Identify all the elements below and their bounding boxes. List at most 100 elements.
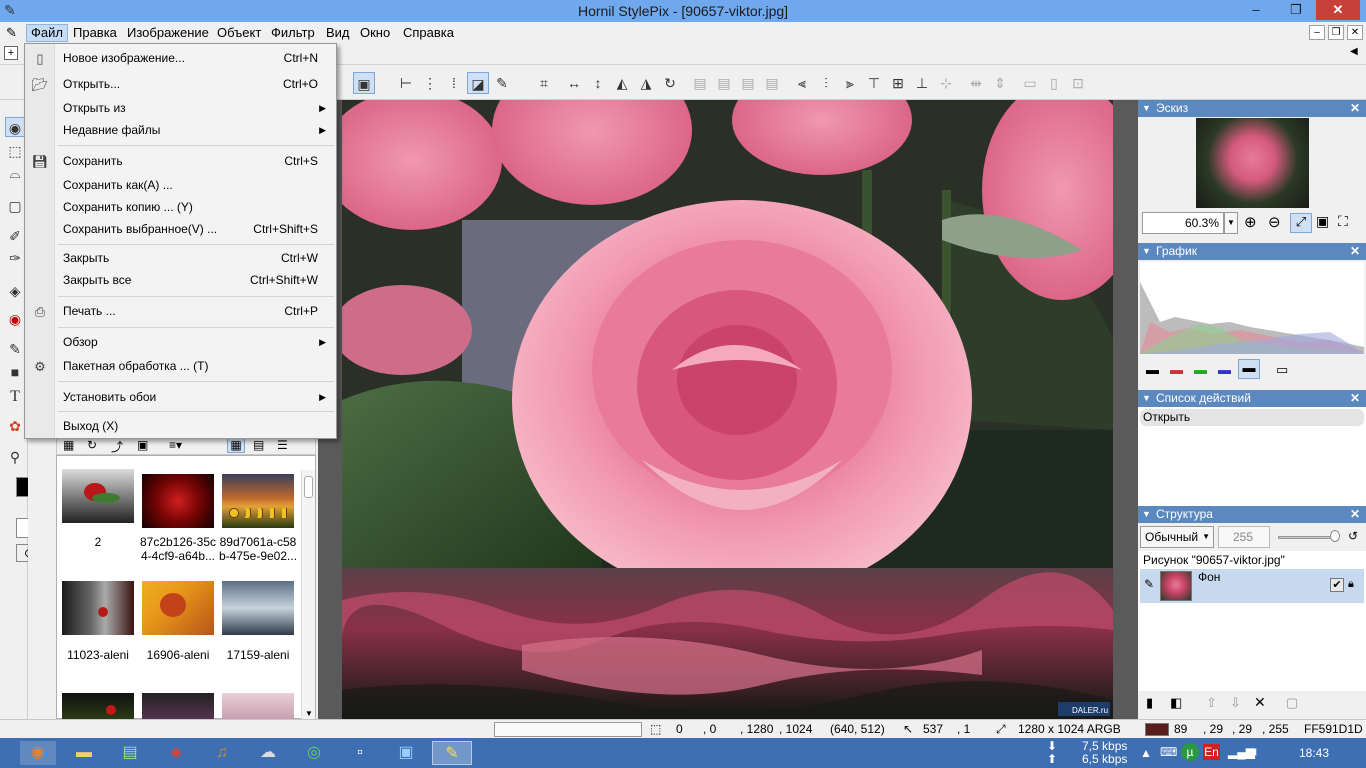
duplicate-layer-icon[interactable]: ◧ [1170,695,1182,711]
same-width-icon[interactable]: ▭ [1019,72,1041,94]
menu-view[interactable]: Вид [326,25,350,41]
close-panel-icon[interactable]: ✕ [1350,100,1360,117]
layer-row[interactable]: ✎ Фон ✔ 🔒︎ [1140,569,1364,603]
layer-properties-icon[interactable]: ▢ [1286,695,1298,711]
mdi-restore-button[interactable]: ❐ [1328,25,1344,40]
rotate-free-icon[interactable]: ↻ [659,72,681,94]
thumbnail-image[interactable] [62,469,134,523]
marquee-icon[interactable]: ▢ [5,196,25,216]
opacity-stepper[interactable]: 255 [1218,526,1270,548]
collapse-icon[interactable]: ▼ [1142,100,1151,117]
utorrent-tray-icon[interactable]: µ [1181,743,1199,761]
align-bottom-icon[interactable]: ⊥ [911,72,933,94]
fullscreen-icon[interactable]: ⛶ [1338,213,1348,230]
pin-icon[interactable]: ✎ [491,72,513,94]
menu-item-save-selected[interactable]: Сохранить выбранное(V) ... Ctrl+Shift+S [56,219,336,239]
mdi-close-button[interactable]: ✕ [1347,25,1363,40]
paint-icon[interactable]: ☁ [250,741,286,765]
opacity-slider[interactable] [1278,536,1336,539]
same-size-icon[interactable]: ⊡ [1067,72,1089,94]
grid-icon[interactable]: ⋮ [419,72,441,94]
menu-item-close-all[interactable]: Закрыть все Ctrl+Shift+W [56,270,336,290]
flip-horizontal-icon[interactable]: ↔ [563,72,585,94]
opacity-slider-thumb[interactable] [1330,530,1340,542]
menu-item-close[interactable]: Закрыть Ctrl+W [56,248,336,268]
lock-icon[interactable]: 🔒︎ [1348,578,1354,591]
menu-object[interactable]: Объект [217,25,261,41]
monitor-icon[interactable]: ▣ [388,741,424,765]
ruler-icon[interactable]: ⊢ [395,72,417,94]
channel-all-icon[interactable]: ▬ [1238,359,1260,379]
clone-icon[interactable]: ✑ [5,248,25,268]
thumbnail-image[interactable] [222,581,294,635]
shape-icon[interactable]: ■ [5,362,25,382]
align-middle-icon[interactable]: ⊞ [887,72,909,94]
keyboard-icon[interactable]: ⌨ [1160,745,1177,759]
collapse-icon[interactable]: ▼ [1142,243,1151,260]
thumbnail-image[interactable] [62,581,134,635]
thumbnail-image[interactable] [62,693,134,719]
close-panel-icon[interactable]: ✕ [1350,390,1360,407]
app-menu-icon[interactable]: ✎ [6,25,17,41]
snap-icon[interactable]: ◪ [467,72,489,94]
zoom-out-icon[interactable]: ⊖ [1268,213,1281,231]
actual-size-icon[interactable]: ▣ [1316,213,1329,230]
collapse-icon[interactable]: ▼ [1142,506,1151,523]
text-tool-icon[interactable]: T [5,387,25,407]
align-right-icon[interactable]: ⫸ [839,72,861,94]
firefox-icon[interactable]: ◉ [20,741,56,765]
lasso-icon[interactable]: ⌓ [5,163,25,183]
menu-window[interactable]: Окно [360,25,390,41]
rotate-left-icon[interactable]: ◭ [611,72,633,94]
channel-luminance-icon[interactable]: ▭ [1276,362,1288,378]
channel-red-icon[interactable]: ▬ [1170,362,1183,377]
close-panel-icon[interactable]: ✕ [1350,243,1360,260]
zoom-dropdown-icon[interactable]: ▼ [1224,212,1238,234]
delete-layer-icon[interactable]: ✕ [1254,694,1266,711]
menu-image[interactable]: Изображение [127,25,209,41]
notepad-icon[interactable]: ▤ [112,741,148,765]
menu-item-save[interactable]: Сохранить Ctrl+S [56,151,336,171]
thumbnail-image[interactable] [142,693,214,719]
zoom-input[interactable]: 60.3% [1142,212,1224,234]
menu-filter[interactable]: Фильтр [271,25,315,41]
scroll-tabs-icon[interactable]: ◀ [1350,46,1358,57]
blend-mode-select[interactable]: Обычный ▼ [1140,526,1214,548]
distribute-icon[interactable]: ⊹ [935,72,957,94]
fill-icon[interactable]: ◈ [5,281,25,301]
thumbnail-image[interactable] [142,581,214,635]
collapse-icon[interactable]: ▼ [1142,390,1151,407]
channel-green-icon[interactable]: ▬ [1194,362,1207,377]
menu-edit[interactable]: Правка [73,25,117,41]
menu-file[interactable]: Файл [26,24,68,42]
arrange-backward-icon[interactable]: ▤ [737,72,759,94]
arrange-front-icon[interactable]: ▤ [689,72,711,94]
reset-opacity-icon[interactable]: ↺ [1348,529,1358,543]
brush-icon[interactable]: ✐ [5,226,25,246]
menu-item-open[interactable]: Открыть... Ctrl+O [56,74,336,94]
close-panel-icon[interactable]: ✕ [1350,506,1360,523]
browser-list-icon[interactable]: ☰ [277,438,288,452]
view-mode-icon[interactable]: ▣ [353,72,375,94]
volume-icon[interactable]: 🔈︎ [1252,744,1260,758]
channel-gray-icon[interactable]: ▬ [1146,362,1159,377]
align-left-icon[interactable]: ⫷ [791,72,813,94]
align-center-icon[interactable]: ⫶ [815,72,837,94]
zoom-in-icon[interactable]: ⊕ [1244,213,1257,231]
menu-item-wallpaper[interactable]: Установить обои ▶ [56,387,336,407]
browser-refresh-icon[interactable]: ↻ [87,438,97,452]
thumbnail-image[interactable] [222,693,294,719]
menu-item-new-image[interactable]: Новое изображение... Ctrl+N [56,48,336,68]
app-window-icon[interactable]: ▫ [342,741,378,765]
thumbnail-scrollbar[interactable]: ▼ [301,470,315,720]
menu-item-save-as[interactable]: Сохранить как(A) ... [56,175,336,195]
eye-tool-icon[interactable]: ◉ [5,117,25,137]
menu-item-recent[interactable]: Недавние файлы ▶ [56,120,336,140]
close-button[interactable]: ✕ [1316,0,1360,20]
signal-icon[interactable]: ▂▄▆ [1228,745,1255,759]
redeye-icon[interactable]: ◉ [5,309,25,329]
tray-expand-icon[interactable]: ▲ [1140,746,1152,760]
pencil-icon[interactable]: ✎ [5,339,25,359]
same-height-icon[interactable]: ▯ [1043,72,1065,94]
document-image[interactable]: DALER.ru [342,100,1113,719]
